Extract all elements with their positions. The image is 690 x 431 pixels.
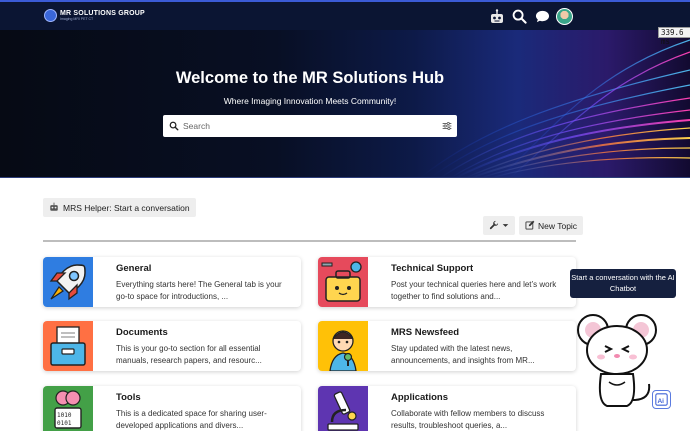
hero-subtitle: Where Imaging Innovation Meets Community… bbox=[223, 96, 397, 106]
category-description: Stay updated with the latest news, annou… bbox=[391, 344, 535, 365]
svg-text:Ai: Ai bbox=[657, 398, 664, 405]
logo-name: MR SOLUTIONS GROUP bbox=[60, 9, 145, 17]
chevron-down-icon bbox=[502, 221, 509, 231]
ai-chatbot-icon[interactable]: Ai bbox=[652, 390, 671, 409]
user-avatar[interactable] bbox=[556, 8, 573, 25]
robot-icon bbox=[49, 202, 59, 214]
toolbox-icon bbox=[318, 257, 368, 307]
svg-text:0101: 0101 bbox=[57, 420, 72, 427]
reporter-icon bbox=[318, 321, 368, 371]
mouse-mascot-icon[interactable] bbox=[575, 312, 661, 417]
logo-tagline: Imaging MRI PET CT bbox=[60, 16, 94, 21]
category-card-technical-support[interactable]: Technical Support Post your technical qu… bbox=[318, 257, 576, 307]
filter-sliders-icon[interactable] bbox=[442, 121, 452, 131]
filebox-icon bbox=[43, 321, 93, 371]
wrench-dropdown-button[interactable] bbox=[483, 216, 515, 235]
site-logo[interactable]: MR SOLUTIONS GROUP Imaging MRI PET CT bbox=[44, 9, 145, 22]
logo-mark bbox=[44, 9, 57, 22]
mrs-helper-label: MRS Helper: Start a conversation bbox=[63, 202, 190, 213]
category-description: Collaborate with fellow members to discu… bbox=[391, 409, 545, 430]
category-card-tools[interactable]: 1010 0101 Tools This is a dedicated spac… bbox=[43, 386, 301, 431]
perf-timing: 339.6 ms bbox=[658, 27, 690, 46]
search-icon[interactable] bbox=[511, 8, 528, 25]
topic-toolbar: New Topic bbox=[483, 216, 584, 235]
search-icon bbox=[169, 121, 179, 131]
chip-icon: 1010 0101 bbox=[43, 386, 93, 431]
category-card-applications[interactable]: Applications Collaborate with fellow mem… bbox=[318, 386, 576, 431]
rocket-icon bbox=[43, 257, 93, 307]
microscope-icon bbox=[318, 386, 368, 431]
category-title[interactable]: Tools bbox=[116, 392, 141, 403]
category-description: This is your go-to section for all essen… bbox=[116, 344, 262, 365]
hero-title: Welcome to the MR Solutions Hub bbox=[175, 69, 445, 87]
category-card-documents[interactable]: Documents This is your go-to section for… bbox=[43, 321, 301, 371]
site-header: MR SOLUTIONS GROUP Imaging MRI PET CT bbox=[0, 0, 690, 30]
category-title[interactable]: Technical Support bbox=[391, 263, 473, 274]
category-card-general[interactable]: General Everything starts here! The Gene… bbox=[43, 257, 301, 307]
category-description: Everything starts here! The General tab … bbox=[116, 280, 282, 301]
new-topic-button[interactable]: New Topic bbox=[519, 216, 584, 235]
search-input[interactable] bbox=[183, 121, 433, 131]
category-title[interactable]: Documents bbox=[116, 327, 168, 338]
mrs-helper-button[interactable]: MRS Helper: Start a conversation bbox=[43, 198, 196, 217]
edit-icon bbox=[525, 220, 535, 232]
robot-icon[interactable] bbox=[488, 8, 505, 25]
new-topic-label: New Topic bbox=[538, 220, 578, 231]
page: MR SOLUTIONS GROUP Imaging MRI PET CT 33… bbox=[0, 0, 690, 431]
category-title[interactable]: MRS Newsfeed bbox=[391, 327, 459, 338]
category-description: This is a dedicated space for sharing us… bbox=[116, 409, 267, 430]
wrench-icon bbox=[489, 220, 499, 232]
chatbot-tooltip[interactable]: Start a conversation with the AI Chatbot bbox=[570, 269, 676, 298]
chat-icon[interactable] bbox=[534, 8, 551, 25]
section-divider bbox=[43, 240, 576, 242]
category-card-mrs-newsfeed[interactable]: MRS Newsfeed Stay updated with the lates… bbox=[318, 321, 576, 371]
category-title[interactable]: General bbox=[116, 263, 151, 274]
svg-text:1010: 1010 bbox=[57, 412, 72, 419]
hero-banner: Welcome to the MR Solutions Hub Where Im… bbox=[0, 30, 690, 178]
category-title[interactable]: Applications bbox=[391, 392, 448, 403]
category-description: Post your technical queries here and let… bbox=[391, 280, 557, 301]
search-box[interactable] bbox=[163, 115, 457, 137]
